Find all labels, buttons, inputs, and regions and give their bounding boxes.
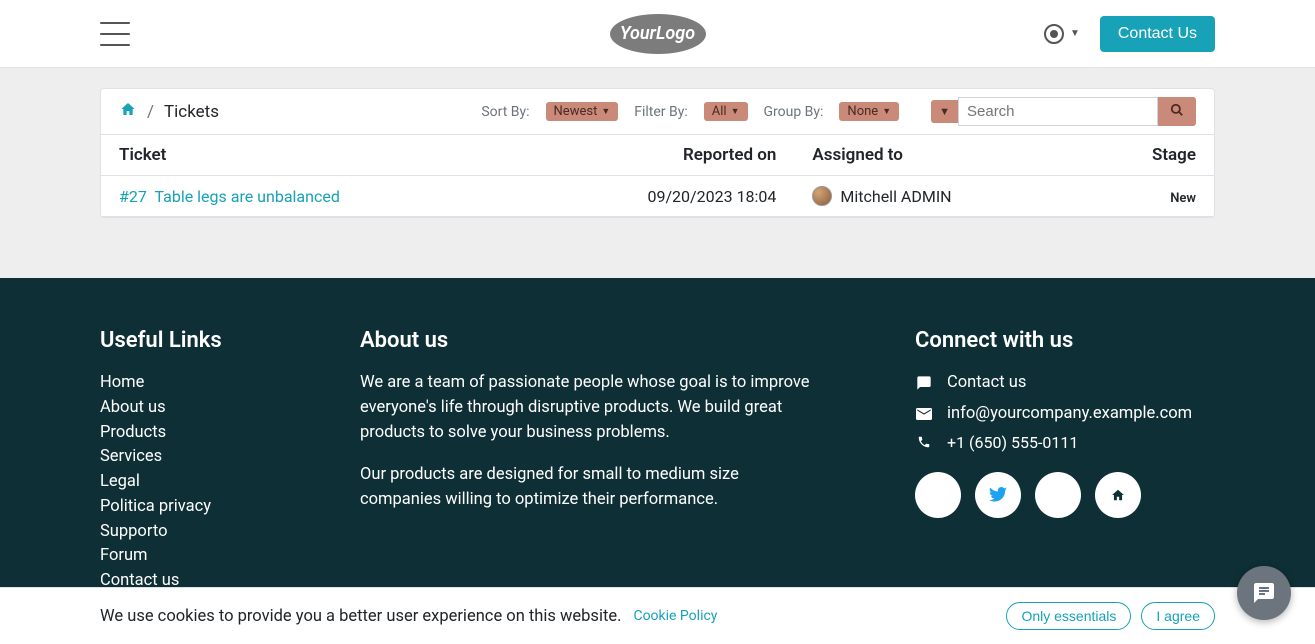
tickets-table: Ticket Reported on Assigned to Stage #27…	[101, 135, 1214, 217]
connect-phone[interactable]: +1 (650) 555-0111	[915, 433, 1215, 452]
footer-link-services[interactable]: Services	[100, 447, 162, 466]
footer-about-col: About us We are a team of passionate peo…	[360, 328, 820, 594]
logo-text: YourLogo	[610, 14, 706, 54]
footer-links-col: Useful Links Home About us Products Serv…	[100, 328, 280, 594]
speech-icon	[915, 375, 933, 391]
home-social-icon[interactable]	[1095, 472, 1141, 518]
footer-link-legal[interactable]: Legal	[100, 472, 140, 491]
user-menu[interactable]: ▼	[1044, 24, 1080, 44]
footer-link-home[interactable]: Home	[100, 373, 144, 392]
connect-contact-link[interactable]: Contact us	[947, 371, 1026, 396]
sort-by-dropdown[interactable]: Newest ▼	[546, 102, 619, 121]
chevron-down-icon: ▼	[882, 106, 891, 117]
sort-by-value: Newest	[554, 104, 598, 119]
chevron-down-icon: ▼	[1070, 28, 1080, 39]
avatar	[812, 186, 832, 206]
chevron-down-icon: ▼	[731, 106, 740, 117]
home-icon[interactable]	[119, 101, 137, 122]
navbar-right: ▼ Contact Us	[1044, 16, 1215, 52]
i-agree-button[interactable]: I agree	[1141, 602, 1215, 630]
ticket-title: Table legs are unbalanced	[154, 187, 339, 206]
envelope-icon	[915, 408, 933, 420]
about-text-2: Our products are designed for small to m…	[360, 463, 820, 513]
search-scope-dropdown[interactable]: ▼	[931, 100, 958, 123]
connect-email[interactable]: info@yourcompany.example.com	[915, 402, 1215, 427]
filter-by-label: Filter By:	[634, 104, 688, 120]
reported-on: 09/20/2023 18:04	[523, 176, 794, 217]
chat-icon	[1252, 581, 1276, 605]
connect-phone-text: +1 (650) 555-0111	[947, 433, 1078, 452]
footer-link-products[interactable]: Products	[100, 423, 166, 442]
only-essentials-button[interactable]: Only essentials	[1006, 602, 1131, 630]
search-icon	[1170, 103, 1184, 117]
chevron-down-icon: ▼	[601, 106, 610, 117]
group-by-dropdown[interactable]: None ▼	[839, 102, 899, 121]
ticket-id: #27	[119, 187, 147, 206]
linkedin-icon[interactable]: in	[1035, 472, 1081, 518]
breadcrumb: / Tickets	[119, 101, 465, 122]
col-stage: Stage	[1082, 135, 1214, 176]
cookie-text: We use cookies to provide you a better u…	[100, 607, 621, 626]
group-by-value: None	[847, 104, 878, 119]
group-by-label: Group By:	[764, 104, 824, 120]
menu-toggle[interactable]	[100, 22, 130, 46]
phone-icon	[915, 435, 933, 449]
tickets-card: / Tickets Sort By: Newest ▼ Filter By: A…	[100, 88, 1215, 218]
connect-contact[interactable]: Contact us	[915, 371, 1215, 396]
cookie-policy-link[interactable]: Cookie Policy	[633, 608, 717, 624]
chat-launcher[interactable]	[1237, 566, 1291, 620]
footer-link-forum[interactable]: Forum	[100, 546, 148, 565]
search-button[interactable]	[1158, 97, 1196, 126]
footer-link-support[interactable]: Supporto	[100, 522, 167, 541]
facebook-icon[interactable]: f	[915, 472, 961, 518]
col-assigned: Assigned to	[794, 135, 1082, 176]
chevron-down-icon: ▼	[939, 105, 950, 118]
logo[interactable]: YourLogo	[610, 14, 706, 54]
connect-header: Connect with us	[915, 328, 1215, 353]
table-row[interactable]: #27 Table legs are unbalanced 09/20/2023…	[101, 176, 1214, 217]
search-input[interactable]	[958, 97, 1158, 126]
breadcrumb-separator: /	[147, 102, 154, 122]
social-row: f in	[915, 472, 1215, 518]
about-text-1: We are a team of passionate people whose…	[360, 371, 820, 445]
cookie-banner: We use cookies to provide you a better u…	[0, 587, 1315, 644]
sort-by-label: Sort By:	[481, 104, 529, 120]
footer-link-privacy[interactable]: Politica privacy	[100, 497, 211, 516]
breadcrumb-current: Tickets	[164, 102, 219, 122]
footer-link-about[interactable]: About us	[100, 398, 166, 417]
useful-links-header: Useful Links	[100, 328, 280, 353]
contact-us-button[interactable]: Contact Us	[1100, 16, 1215, 52]
connect-email-link[interactable]: info@yourcompany.example.com	[947, 402, 1192, 427]
ticket-link[interactable]: #27 Table legs are unbalanced	[119, 187, 340, 206]
search-group: ▼	[931, 97, 1196, 126]
filter-by-value: All	[712, 104, 727, 119]
about-header: About us	[360, 328, 820, 353]
footer-connect-col: Connect with us Contact us info@yourcomp…	[915, 328, 1215, 594]
twitter-icon[interactable]	[975, 472, 1021, 518]
toolbar-row: / Tickets Sort By: Newest ▼ Filter By: A…	[101, 89, 1214, 135]
footer: Useful Links Home About us Products Serv…	[0, 278, 1315, 634]
col-ticket: Ticket	[101, 135, 523, 176]
navbar: YourLogo ▼ Contact Us	[0, 0, 1315, 68]
stage-badge: New	[1170, 191, 1196, 206]
assigned-cell: Mitchell ADMIN	[812, 186, 1064, 206]
filter-by-dropdown[interactable]: All ▼	[704, 102, 748, 121]
user-icon	[1044, 24, 1064, 44]
col-reported: Reported on	[523, 135, 794, 176]
assignee-name: Mitchell ADMIN	[840, 187, 951, 206]
